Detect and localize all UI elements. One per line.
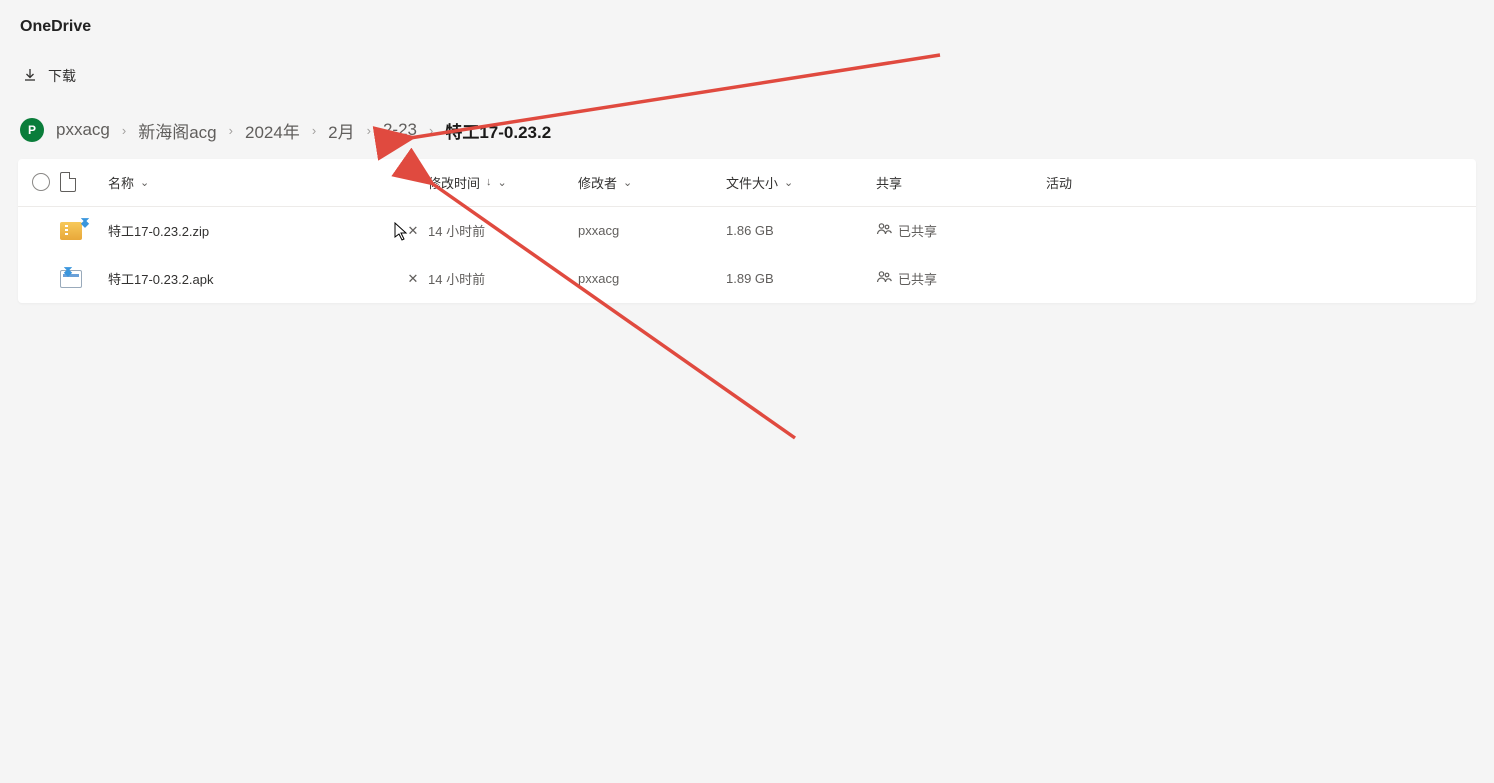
table-row[interactable]: 特工17-0.23.2.zip ✕14 小时前pxxacg1.86 GB 已共享 <box>18 207 1476 255</box>
people-icon <box>876 221 892 240</box>
file-name[interactable]: 特工17-0.23.2.zip <box>108 221 398 240</box>
breadcrumb-item[interactable]: 2月 <box>328 118 354 143</box>
column-sharing-label: 共享 <box>876 173 902 192</box>
filetype-header-icon[interactable] <box>60 172 108 192</box>
chevron-down-icon: ⌄ <box>784 176 793 189</box>
chevron-right-icon: › <box>367 123 371 138</box>
column-sharing[interactable]: 共享 <box>876 173 1046 192</box>
breadcrumb-item[interactable]: pxxacg <box>56 120 110 140</box>
file-name[interactable]: 特工17-0.23.2.apk <box>108 269 398 288</box>
file-size: 1.86 GB <box>726 223 876 238</box>
column-modified-by[interactable]: 修改者 ⌄ <box>578 173 726 192</box>
file-name-text: 特工17-0.23.2.zip <box>108 221 209 240</box>
chevron-down-icon: ⌄ <box>498 176 507 189</box>
chevron-down-icon: ⌄ <box>140 176 149 189</box>
modified-by: pxxacg <box>578 271 726 286</box>
breadcrumb-current: 特工17-0.23.2 <box>445 118 551 143</box>
toolbar: 下载 <box>0 46 1494 104</box>
select-all[interactable] <box>18 173 60 191</box>
download-icon <box>22 67 38 86</box>
file-name-text: 特工17-0.23.2.apk <box>108 269 214 288</box>
chevron-right-icon: › <box>312 123 316 138</box>
table-header: 名称 ⌄ 修改时间 ↓ ⌄ 修改者 ⌄ 文件大小 ⌄ 共享 活动 <box>18 159 1476 207</box>
modified-date: 14 小时前 <box>428 221 578 240</box>
file-size: 1.89 GB <box>726 271 876 286</box>
pin-icon[interactable]: ✕ <box>398 223 428 239</box>
chevron-right-icon: › <box>122 123 126 138</box>
download-label: 下载 <box>48 66 76 86</box>
column-activity-label: 活动 <box>1046 173 1072 192</box>
breadcrumb-item[interactable]: 2024年 <box>245 118 300 143</box>
chevron-right-icon: › <box>429 123 433 138</box>
column-name-label: 名称 <box>108 173 134 192</box>
pin-icon[interactable]: ✕ <box>398 271 428 287</box>
people-icon <box>876 269 892 288</box>
table-row[interactable]: 特工17-0.23.2.apk ✕14 小时前pxxacg1.89 GB 已共享 <box>18 255 1476 303</box>
sharing-status[interactable]: 已共享 <box>876 221 1046 240</box>
download-button[interactable]: 下载 <box>22 66 76 86</box>
avatar[interactable]: P <box>20 118 44 142</box>
sharing-status[interactable]: 已共享 <box>876 269 1046 288</box>
sort-down-icon: ↓ <box>486 176 492 188</box>
column-name[interactable]: 名称 ⌄ <box>108 173 398 192</box>
modified-date: 14 小时前 <box>428 269 578 288</box>
file-type-icon <box>60 222 108 240</box>
sharing-label: 已共享 <box>898 221 937 240</box>
sharing-label: 已共享 <box>898 269 937 288</box>
chevron-down-icon: ⌄ <box>623 176 632 189</box>
app-title: OneDrive <box>0 0 1494 46</box>
file-type-icon <box>60 270 108 288</box>
breadcrumb-item[interactable]: 新海阁acg <box>138 118 216 143</box>
column-size[interactable]: 文件大小 ⌄ <box>726 173 876 192</box>
chevron-right-icon: › <box>229 123 233 138</box>
column-activity[interactable]: 活动 <box>1046 173 1476 192</box>
file-list-panel: 名称 ⌄ 修改时间 ↓ ⌄ 修改者 ⌄ 文件大小 ⌄ 共享 活动 特工17-0.… <box>18 159 1476 303</box>
column-modified-by-label: 修改者 <box>578 173 617 192</box>
column-size-label: 文件大小 <box>726 173 778 192</box>
column-modified[interactable]: 修改时间 ↓ ⌄ <box>428 173 578 192</box>
modified-by: pxxacg <box>578 223 726 238</box>
column-modified-label: 修改时间 <box>428 173 480 192</box>
breadcrumb-item[interactable]: 2-23 <box>383 120 417 140</box>
breadcrumb: P pxxacg › 新海阁acg › 2024年 › 2月 › 2-23 › … <box>0 104 1494 159</box>
